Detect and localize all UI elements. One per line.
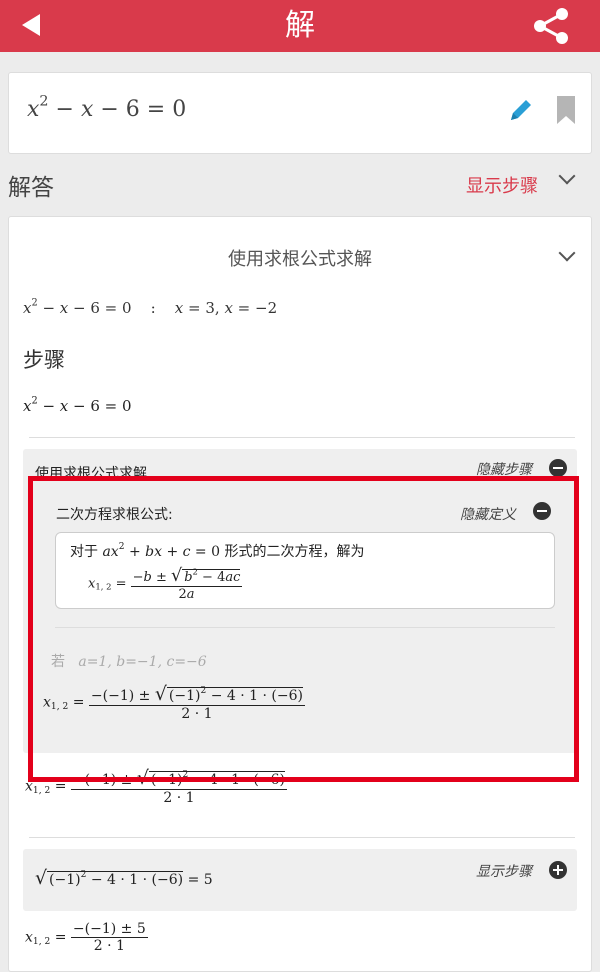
page-title: 解 <box>285 8 315 43</box>
show-steps-link-2[interactable]: 显示步骤 <box>476 861 532 881</box>
edit-pencil-icon[interactable] <box>506 95 536 125</box>
input-equation[interactable]: x2 − x − 6 = 0 <box>27 94 186 122</box>
step-equation: x2 − x − 6 = 0 <box>23 395 132 415</box>
plus-circle-icon[interactable] <box>549 861 567 879</box>
minus-circle-icon[interactable] <box>549 459 567 477</box>
highlight-frame <box>28 476 579 782</box>
app-header: 解 <box>0 0 600 52</box>
chevron-down-icon[interactable] <box>558 167 576 185</box>
divider <box>29 837 575 838</box>
method-title: 使用求根公式求解 <box>228 249 372 270</box>
solution-label: 解答 <box>8 175 54 201</box>
steps-heading: 步骤 <box>23 348 65 372</box>
solution-summary: x2 − x − 6 = 0 : x = 3, x = −2 <box>23 297 278 317</box>
divider <box>29 437 575 438</box>
equation-input-card[interactable]: x2 − x − 6 = 0 <box>8 72 592 154</box>
final-formula: x1, 2 = −(−1) ± 52 · 1 <box>25 921 148 954</box>
show-steps-link[interactable]: 显示步骤 <box>466 172 538 198</box>
radical-expression: √ (−1)2 − 4 · 1 · (−6) = 5 <box>35 867 213 889</box>
share-icon[interactable] <box>528 6 574 46</box>
step-box-radical: √ (−1)2 − 4 · 1 · (−6) = 5 显示步骤 <box>23 849 577 911</box>
summary-separator: : <box>150 299 156 317</box>
bookmark-icon[interactable] <box>555 95 577 125</box>
